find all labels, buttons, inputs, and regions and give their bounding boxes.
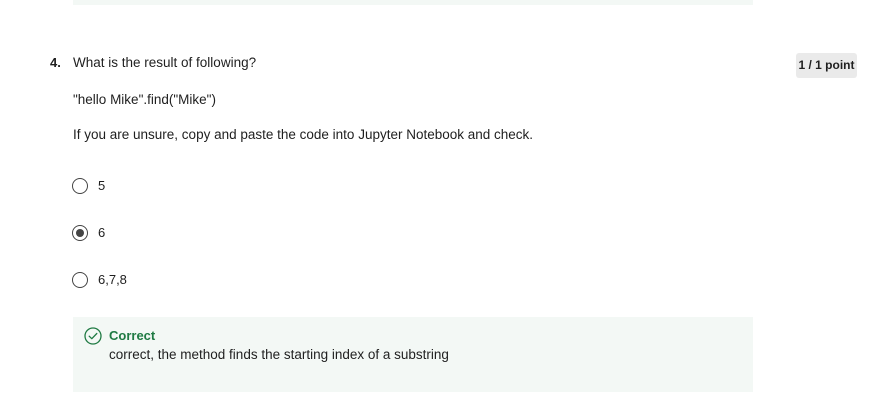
question-prompt: What is the result of following?	[73, 55, 257, 70]
feedback-box: Correct correct, the method finds the st…	[73, 317, 753, 392]
feedback-text: correct, the method finds the starting i…	[109, 347, 449, 362]
option-label: 5	[98, 178, 106, 193]
question-number: 4.	[50, 55, 61, 70]
radio-button-selected[interactable]	[72, 225, 88, 241]
radio-button[interactable]	[72, 272, 88, 288]
check-circle-icon	[84, 327, 102, 345]
option-label: 6,7,8	[98, 272, 127, 287]
previous-feedback-box	[73, 0, 753, 5]
radio-button[interactable]	[72, 178, 88, 194]
feedback-title: Correct	[109, 328, 156, 343]
radio-selected-dot	[76, 229, 84, 237]
answer-option-2[interactable]: 6	[72, 223, 105, 243]
question-hint: If you are unsure, copy and paste the co…	[73, 127, 534, 142]
option-label: 6	[98, 225, 106, 240]
question-code: "hello Mike".find("Mike")	[73, 92, 216, 107]
answer-option-3[interactable]: 6,7,8	[72, 270, 127, 290]
answer-option-1[interactable]: 5	[72, 176, 105, 196]
score-badge: 1 / 1 point	[796, 53, 857, 78]
